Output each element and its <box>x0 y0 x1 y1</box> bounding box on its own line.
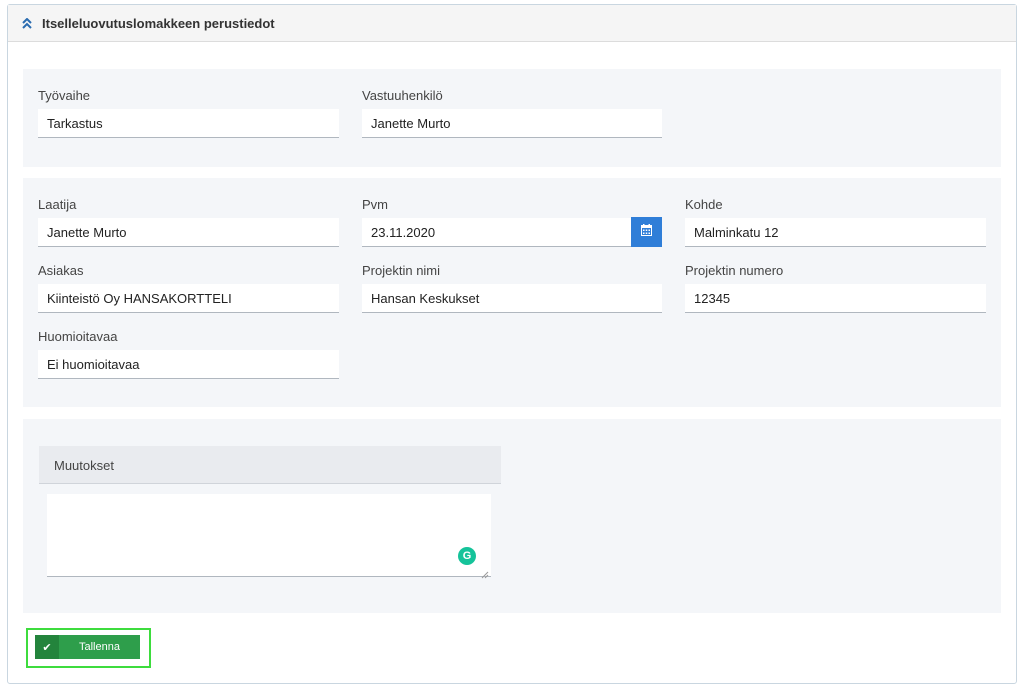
muutokset-textarea[interactable]: G <box>47 494 491 579</box>
laatija-label: Laatija <box>38 197 77 212</box>
resize-handle-icon[interactable] <box>481 566 489 579</box>
kohde-label: Kohde <box>685 197 723 212</box>
huomioitavaa-label: Huomioitavaa <box>38 329 118 344</box>
chevrons-up-icon[interactable] <box>22 17 36 29</box>
save-label: Tallenna <box>79 641 120 653</box>
projektin-numero-field[interactable]: 12345 <box>685 284 986 313</box>
tyovaihe-label: Työvaihe <box>38 88 91 103</box>
save-button[interactable]: ✔ Tallenna <box>35 635 140 659</box>
kohde-field[interactable]: Malminkatu 12 <box>685 218 986 247</box>
pvm-field[interactable]: 23.11.2020 <box>362 218 631 247</box>
basic-info-panel: Itselleluovutuslomakkeen perustiedot Työ… <box>7 4 1017 684</box>
muutokset-header: Muutokset <box>39 446 501 484</box>
vastuuhenkilo-field[interactable]: Janette Murto <box>362 109 662 138</box>
section-work-phase: Työvaihe Tarkastus Vastuuhenkilö Janette… <box>23 69 1001 167</box>
calendar-button[interactable] <box>631 217 662 247</box>
vastuuhenkilo-label: Vastuuhenkilö <box>362 88 443 103</box>
calendar-icon <box>641 223 652 241</box>
section-details: Laatija Janette Murto Pvm 23.11.2020 Koh… <box>23 178 1001 407</box>
panel-title: Itselleluovutuslomakkeen perustiedot <box>42 15 275 31</box>
asiakas-label: Asiakas <box>38 263 84 278</box>
asiakas-field[interactable]: Kiinteistö Oy HANSAKORTTELI <box>38 284 339 313</box>
panel-header[interactable]: Itselleluovutuslomakkeen perustiedot <box>8 5 1016 42</box>
projektin-nimi-field[interactable]: Hansan Keskukset <box>362 284 662 313</box>
save-highlight: ✔ Tallenna <box>26 628 151 668</box>
checkmark-icon: ✔ <box>35 635 59 659</box>
projektin-nimi-label: Projektin nimi <box>362 263 441 278</box>
projektin-numero-label: Projektin numero <box>685 263 784 278</box>
grammarly-icon[interactable]: G <box>458 547 476 565</box>
tyovaihe-field[interactable]: Tarkastus <box>38 109 339 138</box>
laatija-field[interactable]: Janette Murto <box>38 218 339 247</box>
huomioitavaa-field[interactable]: Ei huomioitavaa <box>38 350 339 379</box>
pvm-label: Pvm <box>362 197 388 212</box>
